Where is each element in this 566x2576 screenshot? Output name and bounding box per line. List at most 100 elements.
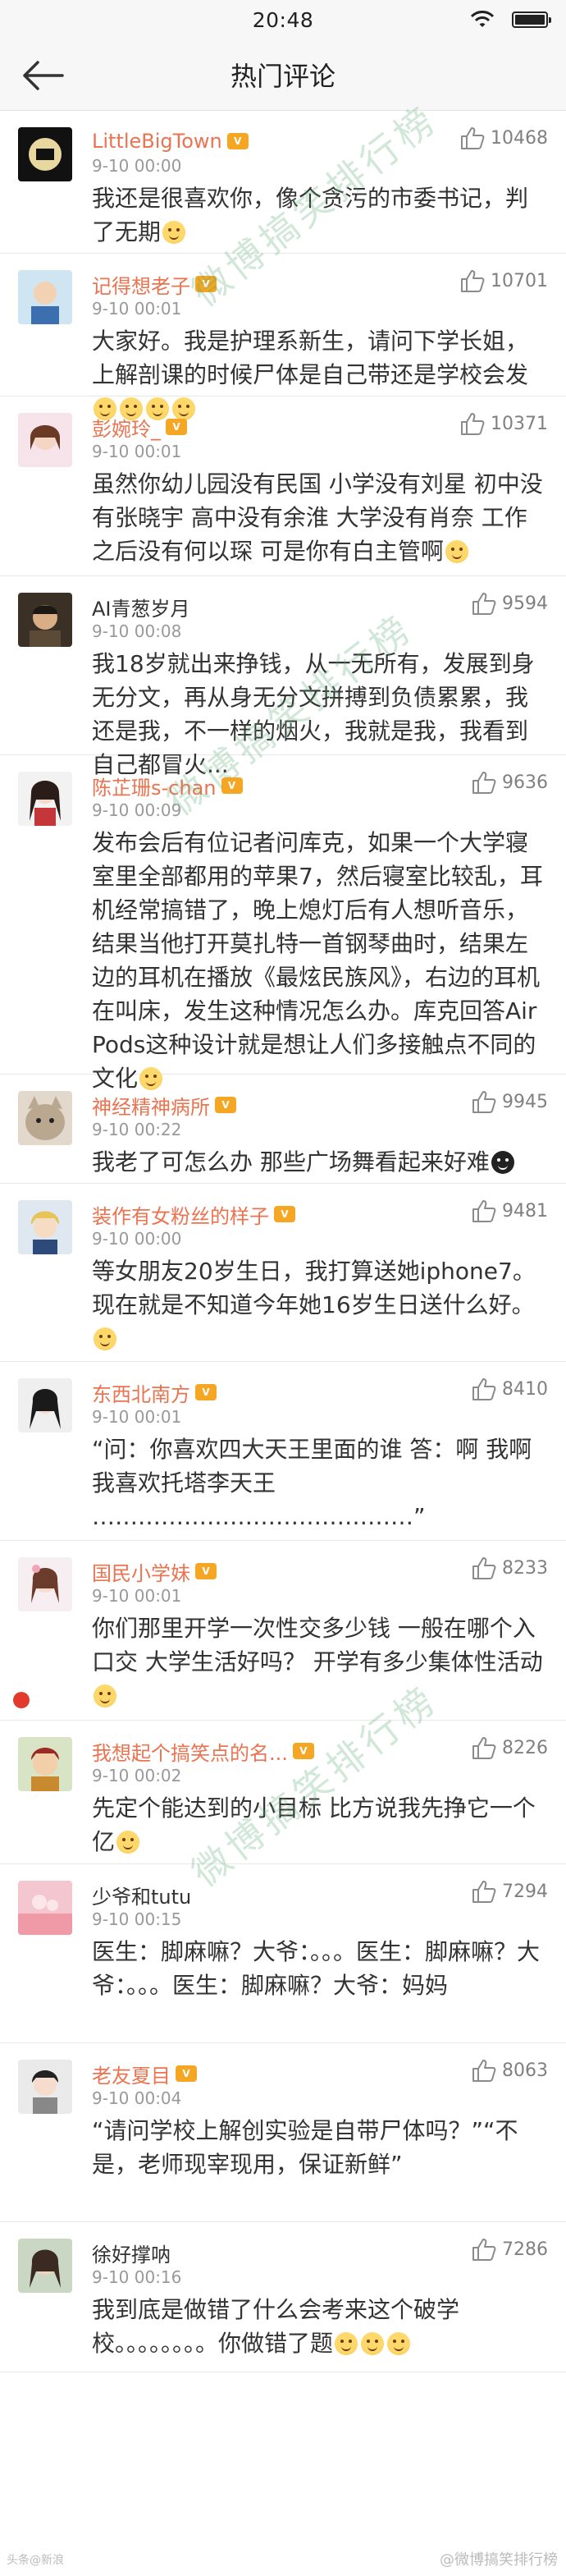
vip-badge-icon: V (221, 777, 243, 794)
comment-text: “请问学校上解创实验是自带尸体吗？”“不是，老师现宰现用，保证新鲜” (92, 2117, 518, 2178)
like-count: 9481 (502, 1200, 548, 1222)
vip-badge-icon: V (215, 1097, 236, 1113)
like-count: 10701 (491, 270, 548, 291)
thumbs-up-icon (472, 593, 496, 615)
smile-emoji-icon (94, 1327, 116, 1350)
avatar[interactable] (18, 127, 72, 181)
thumbs-up-icon (472, 2060, 496, 2082)
user-name[interactable]: 国民小学妹 (92, 1557, 190, 1586)
comment-time: 9-10 00:22 (92, 1120, 182, 1139)
thumbs-up-icon (472, 1737, 496, 1759)
comment-text: 你们那里开学一次性交多少钱 一般在哪个入口交 大学生活好吗？ 开学有多少集体性活… (92, 1611, 545, 1712)
user-name[interactable]: 陈芷珊s-chan (92, 772, 217, 800)
comment-time: 9-10 00:04 (92, 2088, 182, 2108)
avatar[interactable] (18, 270, 72, 324)
comment-text: 医生：脚麻嘛？大爷：。。。医生：脚麻嘛？大爷：。。。医生：脚麻嘛？大爷：妈妈 (92, 1938, 541, 1999)
comment-item: 陈芷珊s-chan V 9636 9-10 00:09 发布会后有位记者问库克，如… (0, 755, 566, 1092)
dark-face-emoji-icon (491, 1151, 514, 1174)
like-count: 7286 (502, 2239, 548, 2260)
avatar[interactable] (18, 1881, 72, 1935)
like-button[interactable]: 9594 (471, 591, 548, 616)
comment-item: 彭婉玲_ V 10371 9-10 00:01 虽然你幼儿园没有民国 小学没有刘星… (0, 396, 566, 576)
user-name[interactable]: 老友夏目 (92, 2060, 171, 2088)
avatar[interactable] (18, 1557, 72, 1611)
like-count: 9636 (502, 772, 548, 793)
like-button[interactable]: 10701 (459, 268, 548, 293)
status-bar: 20:48 (0, 0, 566, 39)
thumbs-up-icon (472, 772, 496, 794)
cat-emoji-icon (116, 1831, 140, 1854)
user-name[interactable]: 彭婉玲_ (92, 413, 161, 442)
comment-text: 我还是很喜欢你，像个贪污的市委书记，判了无期 (92, 185, 529, 245)
comment-item: 神经精神病所 V 9945 9-10 00:22 我老了可怎么办 那些广场舞看起来… (0, 1075, 566, 1184)
thumbs-up-icon (472, 1557, 496, 1579)
comment-text: 我到底是做错了什么会考来这个破学校。。。。。。。。你做错了题 (92, 2296, 460, 2357)
thumbs-up-icon (461, 127, 485, 149)
user-name[interactable]: 东西北南方 (92, 1378, 190, 1407)
comment-item: 老友夏目 V 8063 9-10 00:04 “请问学校上解创实验是自带尸体吗？”… (0, 2043, 566, 2222)
comment-item: 东西北南方 V 8410 9-10 00:01 “问：你喜欢四大天王里面的谁 答：… (0, 1362, 566, 1541)
cat-emoji-icon (94, 1684, 116, 1707)
user-name[interactable]: AI青葱岁月 (92, 593, 190, 621)
comment-time: 9-10 00:16 (92, 2267, 182, 2287)
cat-emoji-icon (445, 540, 468, 563)
like-count: 9594 (502, 593, 548, 614)
like-button[interactable]: 10371 (459, 411, 548, 436)
avatar[interactable] (18, 772, 72, 826)
like-button[interactable]: 7294 (471, 1879, 548, 1904)
avatar[interactable] (18, 2060, 72, 2114)
comment-item: 记得想老子 V 10701 9-10 00:01 大家好。我是护理系新生，请问下学… (0, 254, 566, 420)
vip-badge-icon: V (195, 1384, 217, 1400)
status-time: 20:48 (252, 7, 314, 32)
user-name[interactable]: 装作有女粉丝的样子 (92, 1200, 269, 1229)
user-name[interactable]: LittleBigTown (92, 130, 222, 153)
user-name[interactable]: 记得想老子 (92, 270, 190, 299)
vip-badge-icon: V (274, 1206, 295, 1222)
wifi-icon (470, 11, 495, 27)
comment-text: 等女朋友20岁生日，我打算送她iphone7。现在就是不知道今年她16岁生日送什… (92, 1254, 545, 1355)
avatar[interactable] (18, 1737, 72, 1791)
user-name[interactable]: 我想起个搞笑点的名... (92, 1737, 288, 1766)
thumbs-up-icon (472, 1091, 496, 1113)
comment-list: LittleBigTown V 10468 9-10 00:00 我还是很喜欢你，… (0, 111, 566, 2372)
location-badge-icon (13, 1692, 30, 1708)
comment-time: 9-10 00:02 (92, 1766, 182, 1785)
laugh-emoji-icon (162, 221, 186, 244)
user-name[interactable]: 少爷和tutu (92, 1881, 191, 1909)
comment-time: 9-10 00:09 (92, 800, 182, 820)
comment-item: 徐好撑呐 7286 9-10 00:16 我到底是做错了什么会考来这个破学校。。… (0, 2222, 566, 2372)
like-button[interactable]: 9636 (471, 770, 548, 795)
like-button[interactable]: 8063 (471, 2058, 548, 2083)
comment-time: 9-10 00:01 (92, 1407, 182, 1427)
comment-item: 装作有女粉丝的样子 V 9481 9-10 00:00 等女朋友20岁生日，我打算… (0, 1184, 566, 1362)
like-count: 10468 (491, 127, 548, 149)
comment-time: 9-10 00:00 (92, 156, 182, 176)
comment-time: 9-10 00:01 (92, 442, 182, 461)
laugh-emoji-icon (361, 2332, 385, 2355)
thumbs-up-icon (472, 1378, 496, 1400)
back-arrow-icon[interactable] (21, 59, 64, 92)
comment-item: LittleBigTown V 10468 9-10 00:00 我还是很喜欢你，… (0, 111, 566, 254)
vip-badge-icon: V (292, 1743, 314, 1759)
user-name[interactable]: 徐好撑呐 (92, 2239, 171, 2267)
vip-badge-icon: V (195, 1563, 217, 1579)
vip-badge-icon: V (176, 2065, 197, 2082)
like-button[interactable]: 8233 (471, 1556, 548, 1580)
comment-item: 少爷和tutu 7294 9-10 00:15 医生：脚麻嘛？大爷：。。。医生：… (0, 1864, 566, 2043)
avatar[interactable] (18, 1200, 72, 1254)
avatar[interactable] (18, 2239, 72, 2293)
footer-credit-right: @微博搞笑排行榜 (440, 2551, 558, 2569)
like-button[interactable]: 8410 (471, 1377, 548, 1401)
like-button[interactable]: 8226 (471, 1735, 548, 1760)
avatar[interactable] (18, 593, 72, 647)
like-button[interactable]: 10468 (459, 126, 548, 150)
like-button[interactable]: 9945 (471, 1089, 548, 1114)
thumbs-up-icon (461, 270, 485, 292)
avatar[interactable] (18, 1091, 72, 1145)
like-button[interactable]: 9481 (471, 1199, 548, 1223)
user-name[interactable]: 神经精神病所 (92, 1091, 210, 1120)
comment-text: 虽然你幼儿园没有民国 小学没有刘星 初中没有张晓宇 高中没有余淮 大学没有肖奈 … (92, 470, 543, 565)
avatar[interactable] (18, 413, 72, 467)
avatar[interactable] (18, 1378, 72, 1432)
like-button[interactable]: 7286 (471, 2237, 548, 2262)
